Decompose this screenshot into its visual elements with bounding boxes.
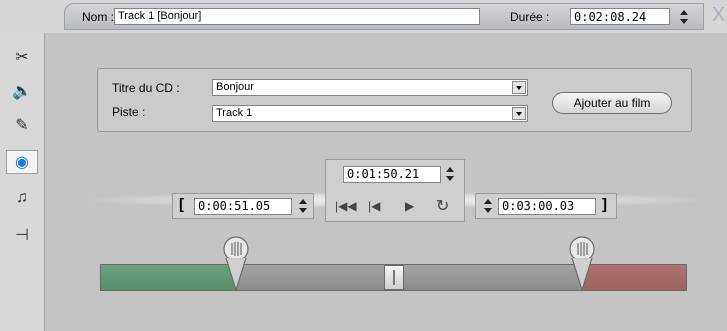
tab-cd-audio[interactable]: ◉ [6, 150, 38, 174]
pen-tool-icon: ✎ [15, 117, 29, 134]
tab-video-tools[interactable]: ✂ [6, 46, 38, 70]
spin-up-icon[interactable] [299, 199, 307, 204]
spin-down-icon[interactable] [299, 208, 307, 213]
play-button[interactable]: ▶ [405, 199, 414, 213]
spin-down-icon[interactable] [484, 208, 492, 213]
selected-segment [236, 265, 582, 290]
add-to-movie-button[interactable]: Ajouter au film [552, 92, 672, 114]
plug-icon: ⊣ [15, 227, 29, 244]
cd-title-label: Titre du CD : [112, 81, 180, 95]
cd-disc-icon: ◉ [15, 154, 29, 171]
go-to-start-button[interactable]: |◀◀ [335, 199, 357, 213]
spin-up-icon[interactable] [680, 10, 688, 15]
duration-spinner[interactable] [678, 9, 690, 25]
cd-title-select[interactable]: Bonjour [212, 79, 528, 96]
spin-up-icon[interactable] [484, 199, 492, 204]
dropdown-arrow-icon[interactable] [512, 81, 526, 94]
track-select[interactable]: Track 1 [212, 105, 528, 122]
step-back-button[interactable]: |◀ [368, 199, 380, 213]
tab-background-music[interactable]: ♫ [6, 186, 38, 210]
clip-name-input[interactable]: Track 1 [Bonjour] [114, 8, 480, 25]
track-label: Piste : [112, 105, 146, 119]
out-point-handle[interactable] [567, 236, 597, 292]
playhead-scrubber[interactable] [383, 265, 404, 290]
music-note-icon: ♫ [16, 189, 28, 206]
duration-label: Durée : [510, 10, 550, 24]
out-point-field[interactable]: 0:03:00.03 [498, 198, 596, 215]
track-value: Track 1 [216, 107, 253, 119]
in-bracket[interactable]: [ [179, 196, 184, 213]
current-time-spinner[interactable] [444, 166, 456, 182]
tab-audio-tools[interactable]: 🔈 [6, 80, 38, 104]
out-bracket[interactable]: ] [602, 196, 607, 213]
in-point-handle[interactable] [221, 236, 251, 292]
spin-up-icon[interactable] [446, 167, 454, 172]
tab-title-tools[interactable]: ✎ [6, 114, 38, 138]
tab-voiceover[interactable]: ⊣ [6, 224, 38, 248]
in-point-field[interactable]: 0:00:51.05 [194, 198, 292, 215]
trimmed-end-segment [581, 265, 686, 290]
dropdown-arrow-icon[interactable] [512, 107, 526, 120]
in-point-spinner[interactable] [297, 198, 309, 214]
cd-title-value: Bonjour [216, 81, 254, 93]
trimmed-start-segment [101, 265, 237, 290]
tools-sidebar [0, 33, 45, 331]
current-time-field[interactable]: 0:01:50.21 [343, 166, 441, 183]
spin-down-icon[interactable] [446, 176, 454, 181]
audio-speaker-icon: 🔈 [12, 83, 32, 100]
video-edit-icon: ✂ [15, 49, 29, 66]
duration-field[interactable]: 0:02:08.24 [570, 8, 670, 25]
loop-button[interactable]: ↻ [436, 196, 449, 216]
out-point-spinner[interactable] [482, 198, 494, 214]
close-icon[interactable]: X [712, 4, 725, 27]
name-label: Nom : [82, 10, 115, 24]
spin-down-icon[interactable] [680, 19, 688, 24]
